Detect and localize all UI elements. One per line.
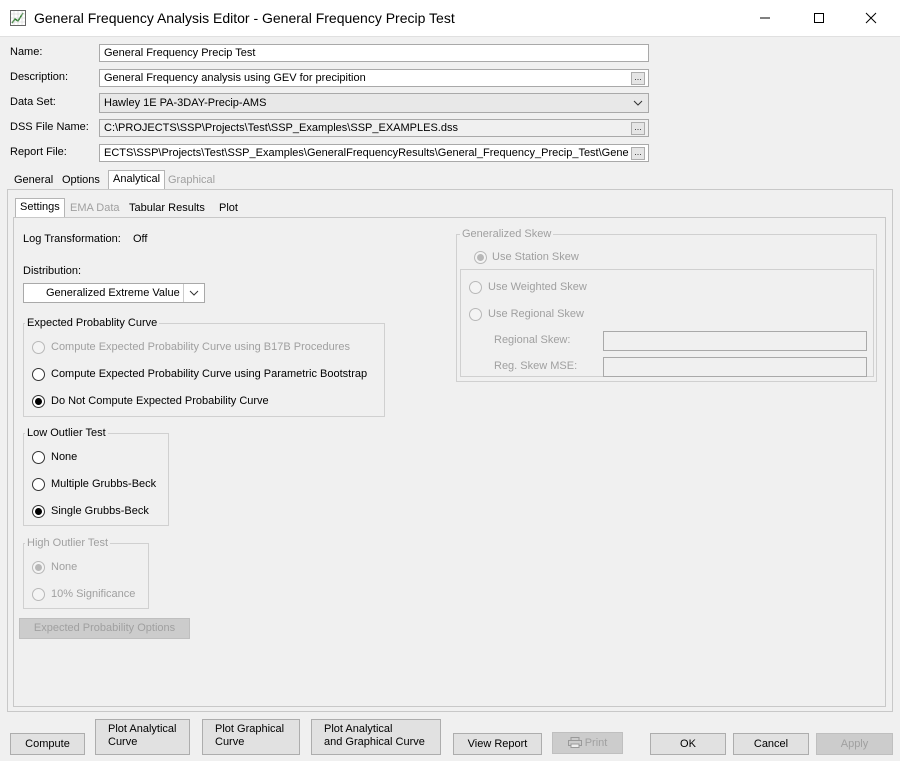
weighted-skew-label: Use Weighted Skew (488, 281, 587, 293)
tab-general[interactable]: General (10, 172, 57, 190)
maximize-button[interactable] (796, 0, 842, 36)
station-skew-radio[interactable] (474, 251, 487, 264)
bootstrap-label: Compute Expected Probability Curve using… (51, 368, 368, 380)
distribution-dropdown-button[interactable] (183, 284, 204, 302)
plot-both-line1: Plot Analytical (324, 723, 393, 735)
cancel-button[interactable]: Cancel (733, 733, 809, 755)
generalized-skew-title: Generalized Skew (460, 228, 554, 240)
b17b-radio[interactable] (32, 341, 45, 354)
expected-probability-title: Expected Probablity Curve (25, 317, 160, 329)
b17b-label: Compute Expected Probability Curve using… (51, 341, 350, 353)
distribution-value: Generalized Extreme Value (46, 287, 180, 299)
dataset-value: Hawley 1E PA-3DAY-Precip-AMS (104, 97, 267, 109)
chevron-down-icon (633, 100, 643, 106)
high-none-radio[interactable] (32, 561, 45, 574)
single-grubbs-beck-label: Single Grubbs-Beck (51, 505, 149, 517)
printer-icon (567, 737, 582, 748)
multiple-grubbs-beck-label: Multiple Grubbs-Beck (51, 478, 157, 490)
dss-file-field[interactable]: C:\PROJECTS\SSP\Projects\Test\SSP_Exampl… (99, 119, 649, 137)
station-skew-label: Use Station Skew (492, 251, 579, 263)
plot-both-line2: and Graphical Curve (324, 736, 425, 748)
title-bar: General Frequency Analysis Editor - Gene… (0, 0, 900, 37)
plot-analytical-button[interactable]: Plot Analytical Curve (95, 719, 190, 755)
expected-probability-options-button[interactable]: Expected Probability Options (19, 618, 190, 639)
plot-graphical-button[interactable]: Plot Graphical Curve (202, 719, 300, 755)
apply-button[interactable]: Apply (816, 733, 893, 755)
plot-graphical-line1: Plot Graphical (215, 723, 285, 735)
regional-skew-radio[interactable] (469, 308, 482, 321)
high-none-label: None (51, 561, 78, 573)
close-button[interactable] (848, 0, 894, 36)
low-none-label: None (51, 451, 78, 463)
report-file-field[interactable]: ECTS\SSP\Projects\Test\SSP_Examples\Gene… (99, 144, 649, 162)
tab-settings[interactable]: Settings (15, 198, 65, 218)
dataset-select[interactable]: Hawley 1E PA-3DAY-Precip-AMS (99, 93, 649, 113)
tab-graphical[interactable]: Graphical (164, 172, 219, 190)
bootstrap-radio[interactable] (32, 368, 45, 381)
dataset-label: Data Set: (10, 96, 56, 108)
description-label: Description: (10, 71, 69, 83)
ok-button[interactable]: OK (650, 733, 726, 755)
high-outlier-title: High Outlier Test (25, 537, 111, 549)
plot-analytical-graphical-button[interactable]: Plot Analytical and Graphical Curve (311, 719, 441, 755)
chevron-down-icon (189, 290, 199, 296)
tab-tabular-results[interactable]: Tabular Results (125, 200, 209, 218)
ten-percent-label: 10% Significance (51, 588, 136, 600)
no-expected-label: Do Not Compute Expected Probability Curv… (51, 395, 269, 407)
view-report-button[interactable]: View Report (453, 733, 542, 755)
reg-skew-mse-label: Reg. Skew MSE: (494, 360, 578, 372)
regional-skew-field[interactable] (603, 331, 867, 351)
compute-button[interactable]: Compute (10, 733, 85, 755)
report-file-label: Report File: (10, 146, 67, 158)
plot-analytical-line2: Curve (108, 736, 138, 748)
description-browse-button[interactable]: ... (631, 72, 645, 85)
report-browse-button[interactable]: ... (631, 147, 645, 160)
log-transform-value: Off (133, 233, 148, 245)
tab-analytical[interactable]: Analytical (108, 170, 166, 190)
name-field[interactable]: General Frequency Precip Test (99, 44, 649, 62)
low-none-radio[interactable] (32, 451, 45, 464)
no-expected-radio[interactable] (32, 395, 45, 408)
reg-skew-mse-field[interactable] (603, 357, 867, 377)
name-label: Name: (10, 46, 43, 58)
multiple-grubbs-beck-radio[interactable] (32, 478, 45, 491)
low-outlier-title: Low Outlier Test (25, 427, 108, 439)
dss-browse-button[interactable]: ... (631, 122, 645, 135)
window-title: General Frequency Analysis Editor - Gene… (34, 10, 455, 26)
plot-analytical-line1: Plot Analytical (108, 723, 177, 735)
dss-file-label: DSS File Name: (10, 121, 89, 133)
distribution-label: Distribution: (23, 265, 82, 277)
ten-percent-radio[interactable] (32, 588, 45, 601)
tab-options[interactable]: Options (58, 172, 104, 190)
minimize-button[interactable] (742, 0, 788, 36)
tab-ema-data[interactable]: EMA Data (66, 200, 124, 218)
description-field[interactable]: General Frequency analysis using GEV for… (99, 69, 649, 87)
log-transform-label: Log Transformation: (23, 233, 121, 245)
print-button[interactable]: Print (552, 732, 623, 754)
plot-graphical-line2: Curve (215, 736, 245, 748)
regional-skew-label: Regional Skew: (494, 334, 571, 346)
tab-plot[interactable]: Plot (215, 200, 242, 218)
regional-skew-option-label: Use Regional Skew (488, 308, 584, 320)
print-label: Print (584, 737, 608, 749)
app-icon (10, 10, 26, 26)
weighted-skew-radio[interactable] (469, 281, 482, 294)
distribution-select[interactable]: Generalized Extreme Value (23, 283, 205, 303)
single-grubbs-beck-radio[interactable] (32, 505, 45, 518)
